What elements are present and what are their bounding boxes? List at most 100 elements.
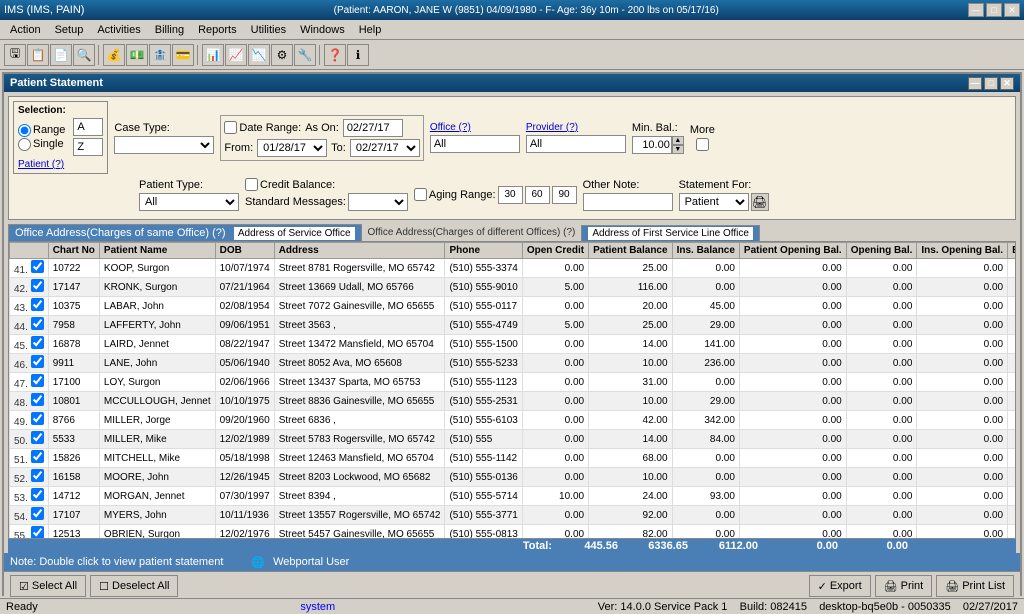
aging-range-label[interactable]: Aging Range:	[414, 188, 496, 201]
row-checkbox[interactable]	[31, 317, 44, 330]
row-checkbox[interactable]	[31, 279, 44, 292]
table-row[interactable]: 45. 16878 LAIRD, Jennet 08/22/1947 Stree…	[10, 335, 1017, 354]
row-checkbox[interactable]	[31, 469, 44, 482]
toolbar-btn-8[interactable]: 💳	[172, 44, 194, 66]
toolbar-btn-9[interactable]: 📊	[202, 44, 224, 66]
credit-balance-label[interactable]: Credit Balance:	[245, 178, 408, 191]
address-tab-same[interactable]: Office Address(Charges of same Office) (…	[8, 224, 362, 241]
credit-balance-checkbox[interactable]	[245, 178, 258, 191]
patient-type-select[interactable]: All	[139, 193, 239, 211]
table-row[interactable]: 54. 17107 MYERS, John 10/11/1936 Street …	[10, 506, 1017, 525]
patient-help-link[interactable]: Patient (?)	[18, 159, 64, 170]
to-date-select[interactable]: 02/27/17	[350, 139, 420, 157]
single-radio[interactable]	[18, 138, 31, 151]
print-button[interactable]: 🖨 Print	[875, 575, 933, 597]
table-row[interactable]: 46. 9911 LANE, John 05/06/1940 Street 80…	[10, 354, 1017, 373]
toolbar-btn-15[interactable]: ℹ	[347, 44, 369, 66]
toolbar-btn-7[interactable]: 🏦	[149, 44, 171, 66]
table-row[interactable]: 43. 10375 LABAR, John 02/08/1954 Street …	[10, 297, 1017, 316]
office-input[interactable]	[430, 135, 520, 153]
from-letter-input[interactable]	[73, 118, 103, 136]
row-chart: 17107	[48, 506, 99, 525]
single-radio-label[interactable]: Single	[18, 138, 65, 151]
window-close-btn[interactable]: ✕	[1000, 77, 1014, 90]
table-row[interactable]: 47. 17100 LOY, Surgon 02/06/1966 Street …	[10, 373, 1017, 392]
table-row[interactable]: 48. 10801 MCCULLOUGH, Jennet 10/10/1975 …	[10, 392, 1017, 411]
bottom-left-buttons: ☑ Select All ☐ Deselect All	[10, 575, 178, 597]
row-checkbox[interactable]	[31, 260, 44, 273]
date-range-check-label[interactable]: Date Range:	[224, 121, 301, 134]
table-row[interactable]: 42. 17147 KRONK, Surgon 07/21/1964 Stree…	[10, 278, 1017, 297]
row-checkbox[interactable]	[31, 488, 44, 501]
table-row[interactable]: 51. 15826 MITCHELL, Mike 05/18/1998 Stre…	[10, 449, 1017, 468]
table-row[interactable]: 49. 8766 MILLER, Jorge 09/20/1960 Street…	[10, 411, 1017, 430]
row-checkbox[interactable]	[31, 393, 44, 406]
toolbar-btn-4[interactable]: 🔍	[73, 44, 95, 66]
export-button[interactable]: ✓ Export	[809, 575, 871, 597]
statement-for-btn[interactable]: 🖨	[751, 193, 769, 211]
toolbar-btn-6[interactable]: 💵	[126, 44, 148, 66]
maximize-btn[interactable]: □	[986, 3, 1002, 17]
menu-action[interactable]: Action	[4, 23, 47, 37]
row-dob: 05/18/1998	[215, 449, 274, 468]
table-row[interactable]: 50. 5533 MILLER, Mike 12/02/1989 Street …	[10, 430, 1017, 449]
minimize-btn[interactable]: —	[968, 3, 984, 17]
menu-help[interactable]: Help	[353, 23, 388, 37]
toolbar-btn-5[interactable]: 💰	[103, 44, 125, 66]
select-all-button[interactable]: ☑ Select All	[10, 575, 86, 597]
row-checkbox[interactable]	[31, 374, 44, 387]
row-checkbox[interactable]	[31, 431, 44, 444]
menu-reports[interactable]: Reports	[192, 23, 243, 37]
row-checkbox[interactable]	[31, 450, 44, 463]
menu-setup[interactable]: Setup	[49, 23, 90, 37]
provider-help-link[interactable]: Provider (?)	[526, 122, 626, 133]
deselect-all-button[interactable]: ☐ Deselect All	[90, 575, 178, 597]
window-min-btn[interactable]: —	[968, 77, 982, 90]
toolbar-btn-13[interactable]: 🔧	[294, 44, 316, 66]
table-row[interactable]: 41. 10722 KOOP, Surgon 10/07/1974 Street…	[10, 259, 1017, 278]
toolbar-btn-12[interactable]: ⚙	[271, 44, 293, 66]
menu-activities[interactable]: Activities	[91, 23, 146, 37]
toolbar-btn-2[interactable]: 📋	[27, 44, 49, 66]
address-tab-diff[interactable]: Address of First Service Line Office	[581, 225, 760, 241]
toolbar-btn-11[interactable]: 📉	[248, 44, 270, 66]
table-row[interactable]: 52. 16158 MOORE, John 12/26/1945 Street …	[10, 468, 1017, 487]
as-on-input[interactable]	[343, 119, 403, 137]
row-checkbox[interactable]	[31, 336, 44, 349]
provider-input[interactable]	[526, 135, 626, 153]
more-checkbox[interactable]	[696, 138, 709, 151]
statement-for-select[interactable]: Patient	[679, 193, 749, 211]
other-note-input[interactable]	[583, 193, 673, 211]
aging-range-checkbox[interactable]	[414, 188, 427, 201]
row-checkbox[interactable]	[31, 526, 44, 539]
menu-billing[interactable]: Billing	[149, 23, 190, 37]
close-btn[interactable]: ✕	[1004, 3, 1020, 17]
toolbar-btn-14[interactable]: ❓	[324, 44, 346, 66]
table-row[interactable]: 44. 7958 LAFFERTY, John 09/06/1951 Stree…	[10, 316, 1017, 335]
spinner-down[interactable]: ▼	[672, 145, 684, 154]
table-row[interactable]: 55. 12513 OBRIEN, Surgon 12/02/1976 Stre…	[10, 525, 1017, 540]
case-type-select[interactable]	[114, 136, 214, 154]
spinner-up[interactable]: ▲	[672, 136, 684, 145]
range-radio-label[interactable]: Range	[18, 124, 65, 137]
patient-table-container[interactable]: Chart No Patient Name DOB Address Phone …	[8, 241, 1016, 539]
row-checkbox[interactable]	[31, 507, 44, 520]
toolbar-btn-10[interactable]: 📈	[225, 44, 247, 66]
row-checkbox[interactable]	[31, 412, 44, 425]
row-checkbox[interactable]	[31, 298, 44, 311]
min-bal-input[interactable]	[632, 136, 672, 154]
range-radio[interactable]	[18, 124, 31, 137]
menu-windows[interactable]: Windows	[294, 23, 351, 37]
from-date-select[interactable]: 01/28/17	[257, 139, 327, 157]
toolbar-btn-3[interactable]: 📄	[50, 44, 72, 66]
to-letter-input[interactable]	[73, 138, 103, 156]
toolbar-btn-1[interactable]: 🖫	[4, 44, 26, 66]
office-help-link[interactable]: Office (?)	[430, 122, 520, 133]
print-list-button[interactable]: 🖨 Print List	[936, 575, 1014, 597]
table-row[interactable]: 53. 14712 MORGAN, Jennet 07/30/1997 Stre…	[10, 487, 1017, 506]
window-max-btn[interactable]: □	[984, 77, 998, 90]
date-range-checkbox[interactable]	[224, 121, 237, 134]
standard-messages-select[interactable]	[348, 193, 408, 211]
row-checkbox[interactable]	[31, 355, 44, 368]
menu-utilities[interactable]: Utilities	[245, 23, 292, 37]
